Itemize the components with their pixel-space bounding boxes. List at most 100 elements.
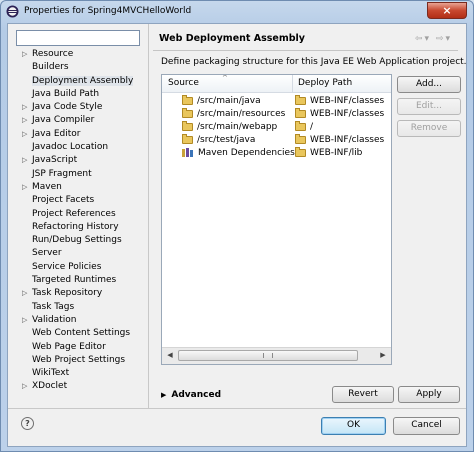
tree-item[interactable]: Refactoring History — [16, 221, 148, 234]
table-row[interactable]: /src/main/webapp / — [162, 120, 391, 134]
tree-item[interactable]: ▷ Java Editor — [16, 128, 148, 141]
expand-arrow-icon[interactable]: ▷ — [22, 101, 27, 114]
folder-icon — [295, 120, 306, 131]
deploy-path: WEB-INF/classes — [310, 109, 385, 119]
tree-item[interactable]: ▷ XDoclet — [16, 380, 148, 393]
deployment-assembly-table[interactable]: Source ^ Deploy Path /src/main/java WEB-I… — [161, 74, 392, 365]
window-title: Properties for Spring4MVCHelloWorld — [24, 6, 192, 16]
tree-item-label: Deployment Assembly — [32, 75, 134, 86]
tree-item-label: Validation — [32, 314, 77, 325]
tree-item-label: Refactoring History — [32, 221, 119, 232]
dialog-client-area: ▷ Resource Builders Deployment Assembly Java… — [7, 23, 467, 447]
table-row[interactable]: Maven Dependencies WEB-INF/lib — [162, 146, 391, 160]
deploy-path: WEB-INF/classes — [310, 135, 385, 145]
header-divider — [153, 50, 458, 51]
back-arrow-icon[interactable]: ⇦ — [415, 34, 425, 44]
source-path: /src/main/webapp — [197, 122, 278, 132]
help-icon[interactable]: ? — [21, 417, 34, 430]
tree-item[interactable]: ▷ Maven — [16, 181, 148, 194]
column-header-source[interactable]: Source — [168, 78, 199, 88]
tree-item[interactable]: Web Page Editor — [16, 341, 148, 354]
tree-item-label: Web Content Settings — [32, 328, 131, 339]
revert-button[interactable]: Revert — [332, 386, 394, 403]
folder-icon — [295, 133, 306, 144]
property-page-tree: ▷ Resource Builders Deployment Assembly Java… — [16, 48, 148, 408]
scroll-left-icon[interactable]: ◀ — [163, 349, 177, 362]
tree-item[interactable]: Server — [16, 247, 148, 260]
tree-item-label: Java Code Style — [32, 102, 103, 113]
scroll-right-icon[interactable]: ▶ — [376, 349, 390, 362]
tree-item-label: Task Repository — [32, 288, 103, 299]
tree-item[interactable]: Web Project Settings — [16, 354, 148, 367]
column-divider[interactable] — [292, 75, 293, 92]
tree-item-label: Project Facets — [32, 195, 95, 206]
remove-button[interactable]: Remove — [397, 120, 461, 137]
back-menu-chevron-icon[interactable]: ▾ — [425, 34, 432, 44]
tree-item[interactable]: WikiText — [16, 367, 148, 380]
tree-item-label: XDoclet — [32, 381, 68, 392]
tree-item-label: Web Project Settings — [32, 354, 126, 365]
deploy-path-cell: WEB-INF/classes — [295, 107, 385, 121]
bottom-divider — [8, 408, 466, 409]
tree-item[interactable]: Task Tags — [16, 301, 148, 314]
tree-item[interactable]: JSP Fragment — [16, 168, 148, 181]
tree-item[interactable]: Builders — [16, 61, 148, 74]
column-header-deploy-path[interactable]: Deploy Path — [298, 78, 352, 88]
tree-item[interactable]: Web Content Settings — [16, 327, 148, 340]
tree-item-label: Web Page Editor — [32, 341, 106, 352]
folder-icon — [182, 133, 193, 144]
add-button[interactable]: Add... — [397, 76, 461, 93]
table-row[interactable]: /src/main/java WEB-INF/classes — [162, 94, 391, 108]
close-button[interactable]: × — [427, 2, 467, 19]
expand-arrow-icon[interactable]: ▷ — [22, 314, 27, 327]
deploy-path: WEB-INF/classes — [310, 96, 385, 106]
tree-item[interactable]: Service Policies — [16, 261, 148, 274]
expand-arrow-icon[interactable]: ▷ — [22, 48, 27, 61]
expand-arrow-icon[interactable]: ▷ — [22, 114, 27, 127]
forward-menu-chevron-icon[interactable]: ▾ — [445, 34, 452, 44]
title-bar[interactable]: Properties for Spring4MVCHelloWorld × — [1, 1, 473, 23]
table-row[interactable]: /src/test/java WEB-INF/classes — [162, 133, 391, 147]
ok-button[interactable]: OK — [321, 417, 386, 435]
expand-arrow-icon[interactable]: ▷ — [22, 287, 27, 300]
tree-item[interactable]: ▷ Validation — [16, 314, 148, 327]
expand-arrow-icon[interactable]: ▷ — [22, 154, 27, 167]
deploy-path-cell: WEB-INF/lib — [295, 146, 362, 160]
folder-icon — [295, 107, 306, 118]
tree-item[interactable]: Project Facets — [16, 194, 148, 207]
edit-button[interactable]: Edit... — [397, 98, 461, 115]
scrollbar-thumb[interactable] — [178, 350, 358, 361]
tree-item-label: Service Policies — [32, 261, 102, 272]
advanced-section-toggle[interactable]: ▶ Advanced — [161, 390, 221, 400]
tree-item[interactable]: ▷ Java Compiler — [16, 114, 148, 127]
tree-item[interactable]: Project References — [16, 208, 148, 221]
filter-input[interactable] — [16, 30, 140, 46]
tree-item[interactable]: ▷ Resource — [16, 48, 148, 61]
expand-arrow-icon[interactable]: ▷ — [22, 380, 27, 393]
tree-item[interactable]: Javadoc Location — [16, 141, 148, 154]
tree-item-label: Targeted Runtimes — [32, 275, 117, 286]
source-cell: /src/main/webapp — [182, 120, 278, 134]
tree-item[interactable]: ▷ JavaScript — [16, 154, 148, 167]
tree-item[interactable]: ▷ Task Repository — [16, 287, 148, 300]
page-title: Web Deployment Assembly — [159, 33, 306, 44]
tree-item[interactable]: Deployment Assembly — [16, 75, 148, 88]
tree-item[interactable]: ▷ Java Code Style — [16, 101, 148, 114]
tree-item-label: Project References — [32, 208, 116, 219]
properties-window: Properties for Spring4MVCHelloWorld × ▷ R… — [0, 0, 474, 452]
tree-item[interactable]: Java Build Path — [16, 88, 148, 101]
cancel-button[interactable]: Cancel — [393, 417, 460, 435]
expand-arrow-icon[interactable]: ▷ — [22, 181, 27, 194]
horizontal-scrollbar[interactable]: ◀ ▶ — [162, 347, 391, 364]
tree-item-label: Java Build Path — [32, 88, 100, 99]
table-row[interactable]: /src/main/resources WEB-INF/classes — [162, 107, 391, 121]
tree-item-label: Server — [32, 248, 62, 259]
tree-item[interactable]: Run/Debug Settings — [16, 234, 148, 247]
history-nav: ⇦▾ ⇨▾ — [415, 34, 452, 44]
tree-item-label: Builders — [32, 62, 69, 73]
tree-panel-sash[interactable] — [148, 24, 149, 408]
tree-item[interactable]: Targeted Runtimes — [16, 274, 148, 287]
page-description: Define packaging structure for this Java… — [161, 57, 467, 67]
expand-arrow-icon[interactable]: ▷ — [22, 128, 27, 141]
apply-button[interactable]: Apply — [398, 386, 460, 403]
